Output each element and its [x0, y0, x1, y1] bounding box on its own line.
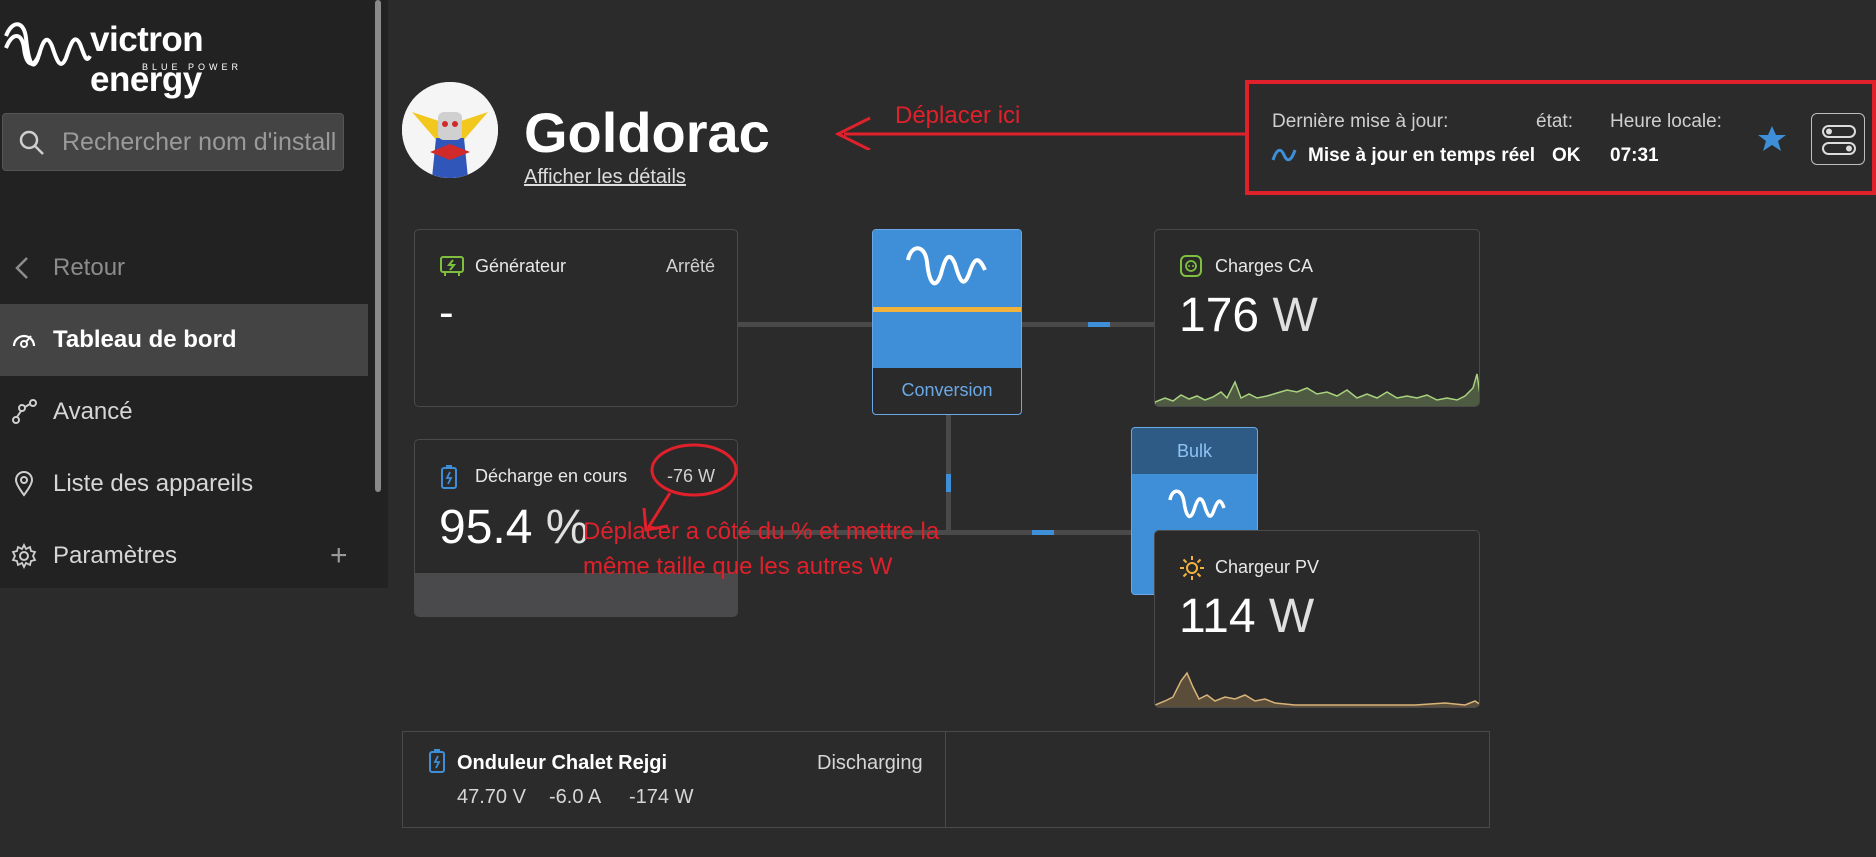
- last-update-label: Dernière mise à jour:: [1272, 111, 1449, 132]
- state-label: état:: [1536, 111, 1573, 132]
- generator-icon: [440, 256, 464, 276]
- ac-loads-value: 176: [1179, 289, 1260, 342]
- ac-loads-unit: W: [1272, 289, 1318, 342]
- device-bar-divider: [945, 732, 946, 827]
- sidebar-item-advanced[interactable]: Avancé: [0, 376, 368, 448]
- inverter-body: [873, 312, 1021, 368]
- generator-state: Arrêté: [665, 256, 715, 276]
- annotation-move-next-line2: même taille que les autres W: [583, 553, 893, 580]
- ac-socket-icon: [1180, 255, 1202, 277]
- state-value: OK: [1552, 145, 1581, 166]
- sidebar-item-label: Liste des appareils: [53, 470, 254, 497]
- sidebar-item-back[interactable]: Retour: [0, 232, 368, 304]
- flow-dot: [1032, 530, 1054, 535]
- brand-name: victron energy: [90, 20, 204, 99]
- dashboard-gauge-icon: [12, 334, 36, 348]
- pv-charger-card[interactable]: Chargeur PV 114 W: [1154, 530, 1480, 708]
- ac-loads-power: 176 W: [1179, 288, 1318, 343]
- installation-avatar: [402, 82, 498, 178]
- chevron-left-icon: [15, 257, 28, 279]
- sidebar-item-label: Avancé: [53, 398, 133, 425]
- annotation-move-here: Déplacer ici: [895, 102, 1021, 129]
- generator-card[interactable]: Générateur Arrêté -: [414, 229, 738, 407]
- show-details-link[interactable]: Afficher les détails: [524, 166, 686, 189]
- inverter-top: [873, 230, 1021, 307]
- battery-soc-value: 95.4: [439, 501, 533, 554]
- annotation-move-next-line1: Déplacer a côté du % et mettre la: [583, 518, 940, 545]
- device-name: Onduleur Chalet Rejgi: [457, 752, 668, 774]
- sidebar-item-device-list[interactable]: Liste des appareils: [0, 448, 368, 520]
- sidebar-item-label: Paramètres: [53, 542, 178, 569]
- realtime-wave-icon: [1271, 148, 1297, 162]
- sidebar-item-settings[interactable]: Paramètres +: [0, 520, 368, 592]
- device-state: Discharging: [817, 752, 923, 774]
- wire-dc: [946, 415, 951, 531]
- victron-wave-logo-icon: [906, 246, 987, 286]
- wire-generator: [738, 322, 873, 327]
- sun-icon: [1180, 556, 1204, 580]
- toggle-view-button[interactable]: [1811, 113, 1865, 165]
- sidebar-item-label: Retour: [53, 254, 126, 281]
- card-title: Générateur: [475, 256, 567, 276]
- search-placeholder: Rechercher nom d'install: [62, 128, 337, 156]
- inverter-conversion-block[interactable]: Conversion: [872, 229, 1022, 415]
- map-pin-icon: [14, 471, 34, 497]
- expand-plus-icon[interactable]: +: [330, 539, 348, 573]
- device-current: -6.0 A: [549, 786, 602, 808]
- ac-loads-card[interactable]: Charges CA 176 W: [1154, 229, 1480, 407]
- sidebar-scrollbar[interactable]: [375, 0, 381, 492]
- device-voltage: 47.70 V: [457, 786, 526, 808]
- toggle-switches-icon: [1822, 125, 1856, 155]
- generator-value: -: [439, 288, 454, 337]
- pv-charger-power: 114 W: [1179, 589, 1314, 644]
- sidebar-item-dashboard[interactable]: Tableau de bord: [0, 304, 368, 376]
- device-summary-bar[interactable]: Onduleur Chalet Rejgi Discharging 47.70 …: [402, 731, 1490, 828]
- device-power: -174 W: [629, 786, 694, 808]
- search-icon: [19, 130, 44, 155]
- last-update-value: Mise à jour en temps réel: [1308, 145, 1536, 166]
- local-time-label: Heure locale:: [1610, 111, 1722, 132]
- mppt-state: Bulk: [1132, 428, 1257, 474]
- conversion-label: Conversion: [901, 380, 993, 400]
- pv-charger-unit: W: [1268, 590, 1315, 643]
- battery-icon: [429, 749, 445, 773]
- card-title: Décharge en cours: [475, 466, 628, 486]
- installation-name: Goldorac: [524, 101, 770, 164]
- gear-icon: [11, 542, 37, 570]
- card-title: Chargeur PV: [1215, 557, 1320, 577]
- pv-charger-value: 114: [1179, 590, 1256, 643]
- card-title: Charges CA: [1215, 256, 1314, 276]
- victron-wave-logo-icon: [4, 22, 92, 67]
- local-time-value: 07:31: [1610, 145, 1659, 166]
- flow-dot: [946, 474, 951, 492]
- battery-icon: [441, 465, 457, 489]
- pv-charger-sparkline: [1155, 671, 1479, 707]
- annotation-arrow-top-icon: [834, 116, 1248, 150]
- robot-avatar-icon: [402, 82, 498, 178]
- battery-soc: 95.4 %: [439, 500, 588, 555]
- graph-nodes-icon: [12, 399, 37, 424]
- sidebar-item-label: Tableau de bord: [53, 326, 237, 353]
- victron-logo[interactable]: victron energy BLUE POWER: [2, 18, 292, 99]
- installation-search-input[interactable]: Rechercher nom d'install: [2, 113, 344, 171]
- brand-tagline: BLUE POWER: [142, 62, 243, 72]
- sidebar: victron energy BLUE POWER Rechercher nom…: [0, 0, 388, 588]
- ac-loads-sparkline: [1155, 373, 1479, 406]
- flow-dot: [1088, 322, 1110, 327]
- favorite-star-icon[interactable]: [1757, 124, 1787, 154]
